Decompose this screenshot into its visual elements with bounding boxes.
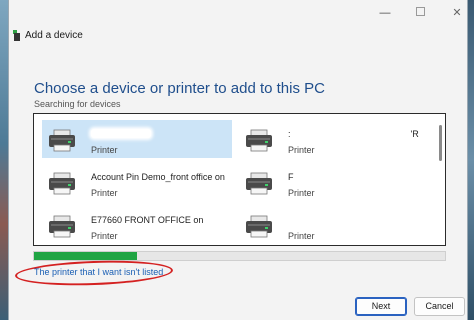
device-name: F: [288, 172, 294, 182]
search-progress-bar: [33, 251, 446, 261]
device-type: Printer: [288, 145, 315, 155]
close-button[interactable]: ✕: [450, 6, 464, 20]
cancel-button[interactable]: Cancel: [414, 297, 465, 316]
scrollbar-thumb[interactable]: [439, 125, 442, 161]
device-list[interactable]: Printer : 'R Printer Account Pin Demo_fr…: [33, 113, 446, 246]
printer-icon: [49, 129, 75, 152]
device-list-scrollbar[interactable]: [436, 114, 445, 245]
progress-fill: [34, 252, 137, 260]
printer-icon: [246, 129, 272, 152]
maximize-icon: [415, 7, 425, 16]
add-device-dialog: Add a device — ✕ Choose a device or prin…: [8, 0, 468, 320]
page-title: Choose a device or printer to add to thi…: [34, 80, 325, 97]
printer-icon: [49, 172, 75, 195]
printer-icon: [13, 30, 21, 41]
device-type: Printer: [91, 231, 118, 241]
minimize-button[interactable]: —: [378, 6, 392, 20]
maximize-button[interactable]: [413, 6, 427, 20]
device-item[interactable]: Printer: [239, 206, 429, 244]
device-name: : 'R: [288, 129, 419, 139]
printer-icon: [49, 215, 75, 238]
device-type: Printer: [91, 145, 118, 155]
device-item[interactable]: E77660 FRONT OFFICE on Printer: [42, 206, 232, 244]
device-name: E77660 FRONT OFFICE on: [91, 215, 204, 225]
device-item[interactable]: F Printer: [239, 163, 429, 201]
search-status: Searching for devices: [34, 99, 121, 109]
desktop-background-left: [0, 0, 8, 320]
device-item[interactable]: Printer: [42, 120, 232, 158]
window-title: Add a device: [25, 30, 83, 41]
next-button[interactable]: Next: [355, 297, 407, 316]
device-type: Printer: [91, 188, 118, 198]
title-bar: Add a device — ✕: [9, 0, 467, 62]
printer-not-listed-link[interactable]: The printer that I want isn't listed: [34, 267, 163, 277]
device-item[interactable]: Account Pin Demo_front office on Printer: [42, 163, 232, 201]
device-type: Printer: [288, 188, 315, 198]
device-type: Printer: [288, 231, 315, 241]
device-item[interactable]: : 'R Printer: [239, 120, 429, 158]
printer-icon: [246, 172, 272, 195]
device-name: [91, 129, 151, 140]
device-name: Account Pin Demo_front office on: [91, 172, 225, 182]
printer-icon: [246, 215, 272, 238]
redacted-text: [91, 129, 151, 138]
